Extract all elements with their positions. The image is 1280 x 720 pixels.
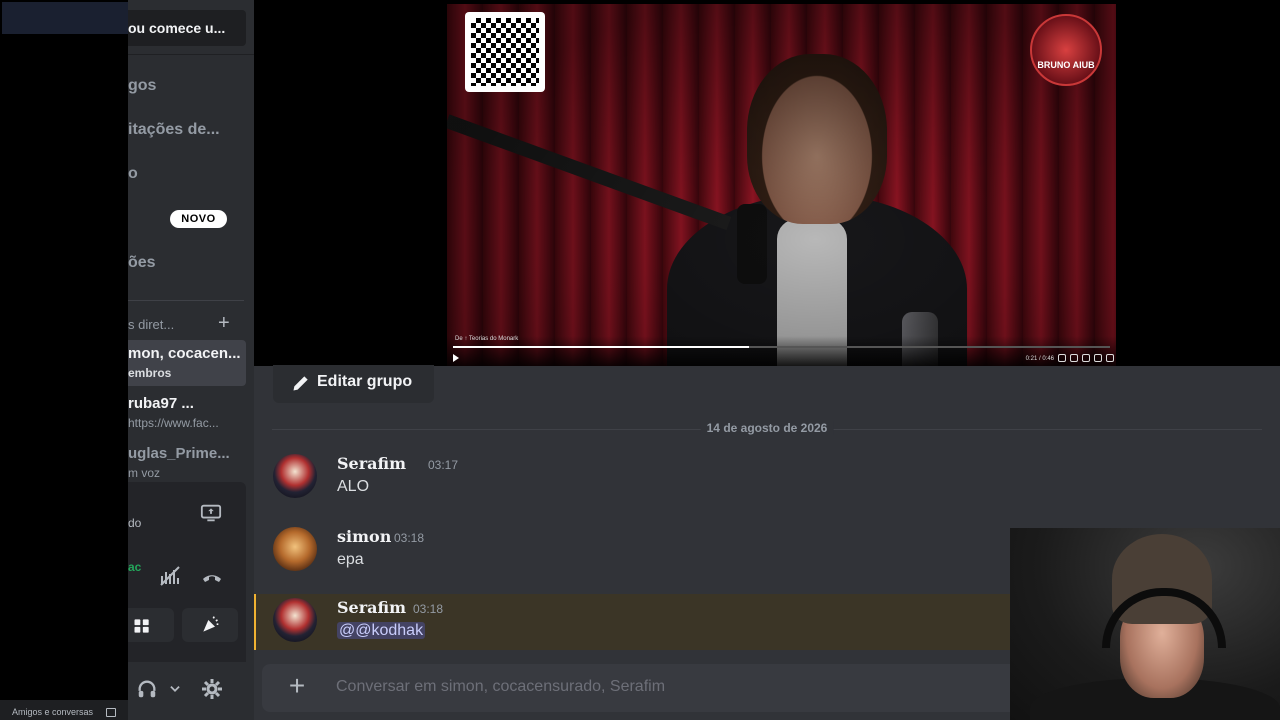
edit-group-button[interactable]: Editar grupo <box>273 365 434 403</box>
video-controls: De ↑ Teorias do Monark 0:21 / 0:46 <box>447 336 1116 366</box>
voice-username: ac <box>128 560 142 574</box>
composer-placeholder: Conversar em simon, cocacensurado, Seraf… <box>336 678 666 695</box>
pencil-icon <box>293 376 308 391</box>
fullscreen-icon[interactable] <box>1106 354 1114 362</box>
video-player[interactable]: BRUNO AIUB De ↑ Teorias do Monark 0:21 /… <box>447 4 1116 366</box>
user-mention[interactable]: @@kodhak <box>337 622 426 639</box>
chevron-down-icon[interactable] <box>168 682 182 696</box>
message-time: 03:17 <box>428 458 459 472</box>
dm-item-user[interactable]: ruba97 ... https://www.fac... <box>128 390 246 436</box>
message-time: 03:18 <box>413 602 444 616</box>
dm-subtitle: embros <box>128 366 172 380</box>
attach-plus-icon[interactable]: + <box>284 672 310 700</box>
activities-button[interactable] <box>128 608 174 642</box>
voice-connection-panel: do ac <box>128 482 246 662</box>
dm-name: mon, cocacen... <box>128 345 241 362</box>
soundboard-button[interactable] <box>182 608 238 642</box>
logo-text: BRUNO AIUB <box>1037 60 1095 70</box>
friends-conversations-footer[interactable]: Amigos e conversas <box>0 700 128 720</box>
left-black-strip: Amigos e conversas <box>0 0 128 720</box>
screen-share-icon[interactable] <box>200 502 222 524</box>
message-author[interactable]: Serafim <box>337 598 406 617</box>
divider <box>128 300 244 301</box>
user-panel <box>128 664 246 720</box>
nav-friends[interactable]: gos <box>128 77 156 95</box>
dm-subtitle: https://www.fac... <box>128 416 219 430</box>
video-progress-track[interactable] <box>453 346 1110 348</box>
window-icon <box>106 708 116 717</box>
message-text: @@kodhak <box>337 622 426 640</box>
channel-logo: BRUNO AIUB <box>1030 14 1102 86</box>
message-text: ALO <box>337 478 370 495</box>
video-time: 0:21 / 0:46 <box>1025 356 1054 362</box>
new-badge: NOVO <box>170 210 227 228</box>
message-text: epa <box>337 551 364 568</box>
app-root: Amigos e conversas ou comece u... gos it… <box>0 0 1280 720</box>
edit-group-label: Editar grupo <box>317 373 413 390</box>
message[interactable]: Serafim 03:17 ALO <box>254 450 1280 506</box>
nav-nitro[interactable]: o <box>128 165 138 183</box>
activities-icon <box>134 619 149 633</box>
headphones-icon[interactable] <box>136 678 158 700</box>
nav-missions[interactable]: ões <box>128 254 156 272</box>
message-author[interactable]: simon <box>337 527 391 546</box>
gear-icon[interactable] <box>200 677 224 701</box>
dm-subtitle: m voz <box>128 466 161 480</box>
message-author[interactable]: Serafim <box>337 454 406 473</box>
video-caption: De ↑ Teorias do Monark <box>455 336 519 342</box>
dm-sidebar: ou comece u... gos itações de... o NOVO … <box>128 0 254 720</box>
footer-label: Amigos e conversas <box>12 707 94 717</box>
dm-name: ruba97 ... <box>128 395 194 412</box>
qr-code <box>465 12 545 92</box>
date-divider: 14 de agosto de 2026 <box>272 421 1262 435</box>
dm-item-user[interactable]: uglas_Prime... m voz <box>128 440 246 486</box>
message-time: 03:18 <box>394 531 425 545</box>
miniplayer-icon[interactable] <box>1094 354 1102 362</box>
direct-messages-header: s diret... <box>128 317 175 332</box>
play-icon[interactable] <box>453 354 459 362</box>
create-dm-plus-icon[interactable]: + <box>218 312 230 335</box>
volume-icon[interactable] <box>1070 354 1078 362</box>
search-conversation-button[interactable]: ou comece u... <box>128 10 246 46</box>
soundboard-icon <box>203 616 219 632</box>
captions-icon[interactable] <box>1058 354 1066 362</box>
top-left-box <box>2 2 128 34</box>
video-stream-area[interactable]: BRUNO AIUB De ↑ Teorias do Monark 0:21 /… <box>254 0 1280 366</box>
dm-item-group[interactable]: mon, cocacen... embros <box>128 340 246 386</box>
voice-status: do <box>128 516 142 530</box>
dm-name: uglas_Prime... <box>128 445 230 462</box>
webcam-overlay <box>1010 528 1280 720</box>
video-progress-fill <box>453 346 749 348</box>
nav-message-requests[interactable]: itações de... <box>128 121 220 139</box>
disconnect-icon[interactable] <box>200 564 224 588</box>
settings-icon[interactable] <box>1082 354 1090 362</box>
divider <box>128 54 254 55</box>
avatar[interactable] <box>273 598 317 642</box>
avatar[interactable] <box>273 527 317 571</box>
date-divider-label: 14 de agosto de 2026 <box>700 421 834 435</box>
noise-suppression-icon[interactable] <box>158 564 182 588</box>
avatar[interactable] <box>273 454 317 498</box>
